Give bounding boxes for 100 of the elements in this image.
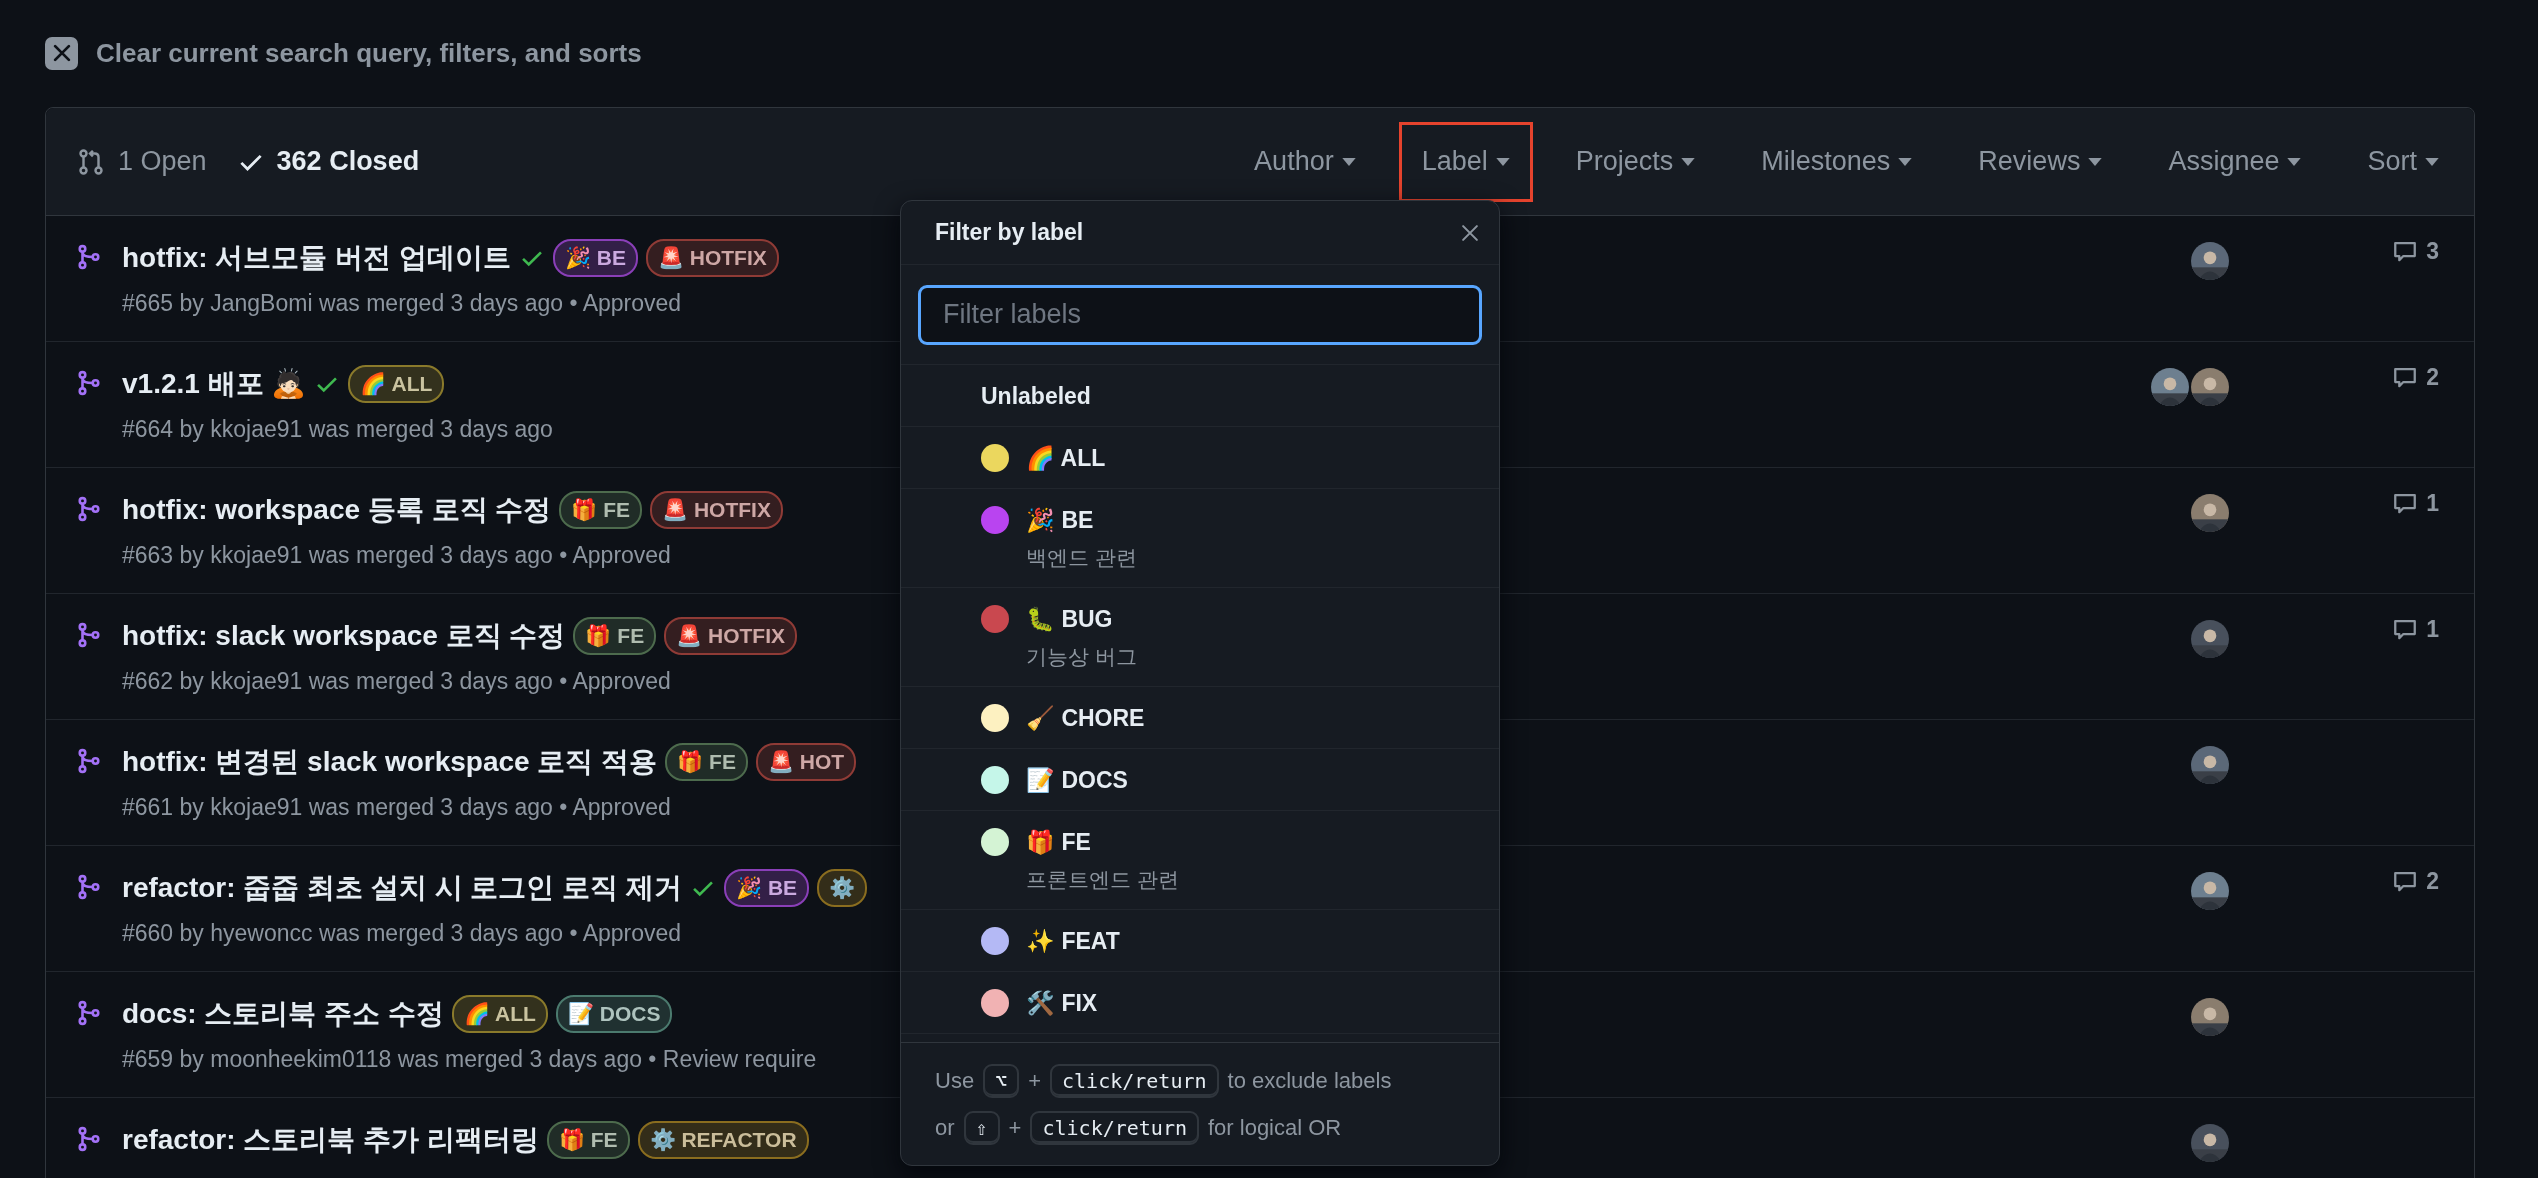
label-name: 🌈 ALL: [1026, 444, 1106, 472]
avatar[interactable]: [2191, 620, 2229, 658]
caret-icon: [1495, 157, 1510, 166]
caret-icon: [2088, 157, 2103, 166]
avatar[interactable]: [2191, 746, 2229, 784]
filter-dropdown[interactable]: Reviews: [1955, 121, 2126, 202]
pull-request-icon: [76, 146, 106, 177]
merged-icon: [76, 874, 102, 900]
clear-filters-button[interactable]: [45, 36, 78, 70]
hint-text: Use: [935, 1067, 975, 1094]
label-tag[interactable]: 📝 DOCS: [555, 995, 673, 1033]
label-description: 기능상 버그: [1026, 644, 1137, 670]
label-tag[interactable]: 🚨 HOTFIX: [650, 491, 783, 529]
comments-link[interactable]: 1: [2392, 616, 2439, 643]
label-tag[interactable]: 🚨 HOTFIX: [664, 617, 797, 655]
label-tag[interactable]: 🎁 FE: [559, 491, 643, 529]
pull-request-title[interactable]: hotfix: slack workspace 로직 수정: [122, 617, 566, 655]
avatar[interactable]: [2191, 1124, 2229, 1162]
pull-request-title[interactable]: hotfix: workspace 등록 로직 수정: [122, 491, 552, 529]
label-name: ✨ FEAT: [1026, 927, 1120, 955]
label-tag[interactable]: ⚙ REFACTOR: [637, 1121, 809, 1159]
label-name: 🛠 FIX: [1026, 989, 1098, 1017]
state-tab[interactable]: 362 Closed: [236, 146, 420, 177]
label-tag[interactable]: 🎉 BE: [552, 239, 638, 277]
label-option[interactable]: ✨ FEAT: [901, 910, 1499, 972]
avatar[interactable]: [2191, 242, 2229, 280]
comments-link[interactable]: 3: [2392, 238, 2439, 265]
pull-request-title[interactable]: refactor: 줍줍 최초 설치 시 로그인 로직 제거: [122, 869, 683, 907]
hint-text: for logical OR: [1207, 1114, 1342, 1141]
label-tag[interactable]: 🚨 HOTFIX: [645, 239, 779, 277]
comments-link[interactable]: 1: [2392, 490, 2439, 517]
label-tag[interactable]: 🌈 ALL: [348, 365, 445, 403]
pull-request-title[interactable]: hotfix: 변경된 slack workspace 로직 적용: [122, 743, 658, 781]
keyboard-key: click/return: [1030, 1110, 1199, 1145]
label-option[interactable]: 📝 DOCS: [901, 749, 1499, 811]
label-option[interactable]: 🧹 CHORE: [901, 687, 1499, 749]
label-description: 백엔드 관련: [1026, 545, 1137, 571]
filter-dropdown[interactable]: Sort: [2344, 121, 2462, 202]
keyboard-key: ⌥: [983, 1063, 1020, 1098]
pull-request-title[interactable]: v1.2.1 배포 🙇🏻: [122, 365, 307, 403]
label-option[interactable]: Unlabeled: [901, 365, 1499, 427]
label-option[interactable]: 🛠 FIX: [901, 972, 1499, 1034]
label-name: 🧹 CHORE: [1026, 704, 1145, 732]
merged-icon: [76, 244, 102, 270]
pull-request-title[interactable]: hotfix: 서브모듈 버전 업데이트: [122, 239, 511, 277]
label-tag[interactable]: ⚙: [817, 869, 868, 907]
pull-request-meta: #665 by JangBomi was merged 3 days ago • Approved: [122, 290, 683, 317]
filter-dropdown[interactable]: Author: [1231, 121, 1379, 202]
filter-input[interactable]: Filter labels: [918, 284, 1482, 345]
caret-icon: [1681, 157, 1696, 166]
avatar[interactable]: [2191, 494, 2229, 532]
pull-request-meta: #660 by hyewoncc was merged 3 days ago • Approved: [122, 920, 683, 947]
filter-dropdown[interactable]: Projects: [1552, 121, 1719, 202]
avatar[interactable]: [2151, 368, 2189, 406]
pull-request-title[interactable]: docs: 스토리북 주소 수정: [122, 995, 444, 1033]
caret-icon: [2287, 157, 2302, 166]
comments-link[interactable]: 2: [2392, 364, 2439, 391]
state-tab[interactable]: 1 Open: [76, 146, 207, 177]
label-option[interactable]: 🎉 BE 백엔드 관련: [901, 489, 1499, 588]
merged-icon: [76, 1126, 102, 1152]
label-description: 프론트엔드 관련: [1026, 867, 1179, 893]
pull-request-meta: #664 by kkojae91 was merged 3 days ago: [122, 416, 554, 443]
pull-request-meta: #662 by kkojae91 was merged 3 days ago • Approved: [122, 668, 672, 695]
merged-icon: [76, 622, 102, 648]
filter-dropdown[interactable]: Milestones: [1738, 121, 1936, 202]
label-tag[interactable]: 🎁 FE: [546, 1121, 630, 1159]
label-tag[interactable]: 🌈 ALL: [452, 995, 548, 1033]
filter-dropdown[interactable]: Assignee: [2145, 121, 2325, 202]
label-option[interactable]: 🎁 FE 프론트엔드 관련: [901, 811, 1499, 910]
avatar[interactable]: [2191, 872, 2229, 910]
label-option[interactable]: 🌈 ALL: [901, 427, 1499, 489]
label-tag[interactable]: 🎁 FE: [573, 617, 657, 655]
label-name: Unlabeled: [981, 382, 1091, 410]
label-tag[interactable]: 🎉 BE: [724, 869, 810, 907]
menu-title: Filter by label: [935, 219, 1084, 246]
comments-link[interactable]: 2: [2392, 868, 2439, 895]
label-tag[interactable]: 🎁 FE: [665, 743, 748, 781]
merged-icon: [76, 1000, 102, 1026]
hint-text: or: [935, 1114, 955, 1141]
pull-request-meta: #663 by kkojae91 was merged 3 days ago • Approved: [122, 542, 672, 569]
caret-icon: [1898, 157, 1913, 166]
label-name: 🐛 BUG: [1026, 605, 1114, 633]
label-option[interactable]: 🐛 BUG 기능상 버그: [901, 588, 1499, 687]
merged-icon: [76, 370, 102, 396]
caret-icon: [1341, 157, 1356, 166]
caret-icon: [2425, 157, 2439, 166]
label-name: 📝 DOCS: [1026, 766, 1128, 794]
hint-text: +: [1028, 1067, 1042, 1094]
label-name: 🎉 BE: [1026, 506, 1095, 534]
hint-text: +: [1008, 1114, 1022, 1141]
pull-request-title[interactable]: refactor: 스토리북 추가 리팩터링: [122, 1121, 539, 1159]
hint-text: to exclude labels: [1227, 1067, 1392, 1094]
pull-request-meta: #659 by moonheekim0118 was merged 3 days ago • Review require: [122, 1046, 818, 1073]
keyboard-key: click/return: [1050, 1063, 1219, 1098]
label-tag[interactable]: 🚨 HOT: [755, 743, 857, 781]
merged-icon: [76, 748, 102, 774]
avatar[interactable]: [2191, 998, 2229, 1036]
avatar[interactable]: [2191, 368, 2229, 406]
pull-request-meta: #661 by kkojae91 was merged 3 days ago • Approved: [122, 794, 672, 821]
clear-filters-link[interactable]: Clear current search query, filters, and sorts: [96, 37, 642, 69]
